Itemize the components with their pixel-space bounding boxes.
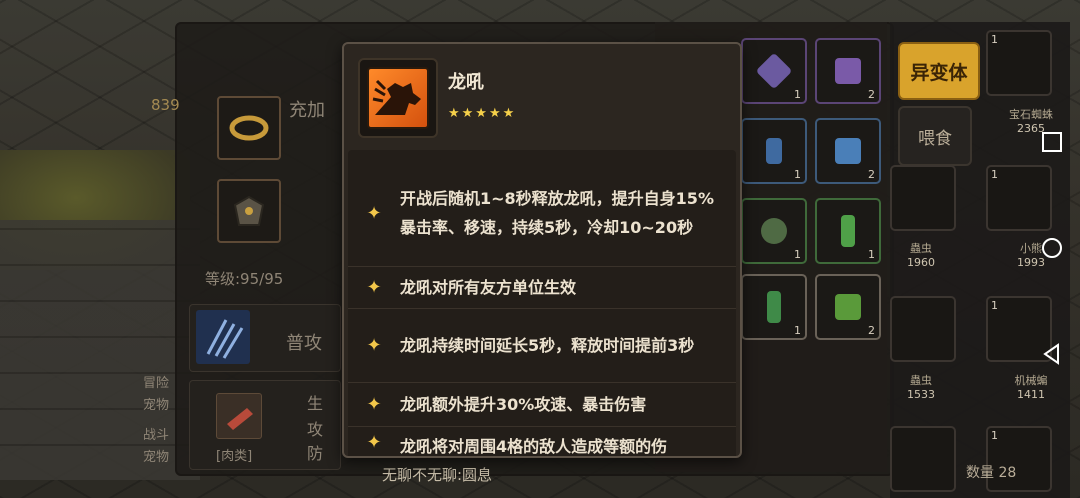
- bottom-hint-text: 无聊不无聊:圆息: [382, 466, 493, 484]
- inventory-slot[interactable]: 1: [741, 38, 807, 104]
- skill-effect-row: ✦ 龙吼将对周围4格的敌人造成等额的伤: [348, 432, 736, 456]
- meat-icon: [216, 393, 262, 439]
- pet-card[interactable]: [890, 426, 956, 492]
- star-bullet-icon: ✦: [366, 202, 382, 224]
- pet-card[interactable]: 1: [986, 165, 1052, 231]
- inventory-slot[interactable]: 1: [741, 198, 807, 264]
- skill-effect-row: ✦ 龙吼对所有友方单位生效: [348, 266, 736, 309]
- armor-equipment-slot[interactable]: [217, 179, 281, 243]
- claw-icon: [196, 310, 250, 364]
- skill-tooltip: 龙吼 ★★★★★ ✦ 开战后随机1~8秒释放龙吼，提升自身15%暴击率、移速，持…: [342, 42, 742, 458]
- info-label-pet: 宠物: [143, 398, 170, 413]
- pet-count-label: 数量 28: [966, 465, 1017, 481]
- pet-score: 1960: [907, 256, 935, 269]
- skill-stars: ★★★★★: [448, 106, 517, 121]
- info-label-adventure: 冒险: [143, 376, 170, 391]
- pet-name: 蟲虫: [910, 242, 932, 255]
- pet-card[interactable]: 1: [986, 30, 1052, 96]
- def-stat-label: 防: [307, 444, 324, 463]
- pet-level-text: 等级:95/95: [205, 270, 284, 288]
- home-icon[interactable]: [1040, 236, 1064, 260]
- food-type-label: [肉类]: [216, 449, 253, 464]
- potion-icon: [766, 138, 782, 164]
- back-icon[interactable]: [1040, 342, 1064, 366]
- potion-icon: [767, 291, 781, 323]
- power-hint-text: 839: [151, 96, 180, 114]
- stone-wall: [0, 220, 200, 480]
- gem-icon: [755, 52, 793, 90]
- orb-icon: [761, 218, 787, 244]
- atk-stat-label: 攻: [307, 420, 324, 439]
- skill-effect-row: ✦ 龙吼额外提升30%攻速、暴击伤害: [348, 382, 736, 427]
- pet-score: 1533: [907, 388, 935, 401]
- star-bullet-icon: ✦: [366, 393, 382, 415]
- inventory-slot[interactable]: 2: [815, 38, 881, 104]
- charge-hint-text: 充加: [289, 100, 325, 121]
- feed-button[interactable]: 喂食: [898, 106, 972, 166]
- inventory-slot[interactable]: 1: [741, 118, 807, 184]
- basic-attack-row[interactable]: 普攻: [189, 304, 341, 372]
- recent-apps-icon[interactable]: [1040, 130, 1064, 154]
- ring-equipment-slot[interactable]: [217, 96, 281, 160]
- inventory-slot[interactable]: 1: [815, 198, 881, 264]
- ring-icon: [229, 115, 269, 141]
- scroll-icon: [835, 294, 861, 320]
- star-bullet-icon: ✦: [366, 432, 382, 453]
- info-label-battle: 战斗: [143, 428, 170, 443]
- star-bullet-icon: ✦: [366, 276, 382, 298]
- inventory-slot[interactable]: 2: [815, 118, 881, 184]
- pet-name: 机械蝙: [1014, 374, 1048, 387]
- pet-name: 蟲虫: [910, 374, 932, 387]
- pet-name: 宝石蜘蛛: [1009, 108, 1053, 121]
- scroll-icon: [835, 58, 861, 84]
- inventory-slot[interactable]: 1: [741, 274, 807, 340]
- mutant-button[interactable]: 异变体: [898, 42, 980, 100]
- dragon-roar-icon: [367, 67, 429, 129]
- basic-attack-label: 普攻: [286, 333, 322, 354]
- pet-card[interactable]: [890, 165, 956, 231]
- star-bullet-icon: ✦: [366, 334, 382, 356]
- pet-card[interactable]: 1: [986, 426, 1052, 492]
- inventory-slot[interactable]: 2: [815, 274, 881, 340]
- skill-effects-list: ✦ 开战后随机1~8秒释放龙吼，提升自身15%暴击率、移速，持续5秒，冷却10~…: [348, 150, 736, 456]
- armor-icon: [233, 195, 265, 226]
- skill-name: 龙吼: [448, 72, 484, 93]
- pet-card[interactable]: [890, 296, 956, 362]
- skill-effect-row: ✦ 龙吼持续时间延长5秒，释放时间提前3秒: [348, 308, 736, 383]
- skill-effect-row: ✦ 开战后随机1~8秒释放龙吼，提升自身15%暴击率、移速，持续5秒，冷却10~…: [348, 160, 736, 267]
- info-label-pet-2: 宠物: [143, 450, 170, 465]
- pet-score: 1411: [1017, 388, 1045, 401]
- potion-icon: [841, 215, 855, 247]
- skill-icon-frame: [358, 58, 438, 138]
- hp-stat-label: 生: [307, 394, 324, 413]
- scroll-icon: [835, 138, 861, 164]
